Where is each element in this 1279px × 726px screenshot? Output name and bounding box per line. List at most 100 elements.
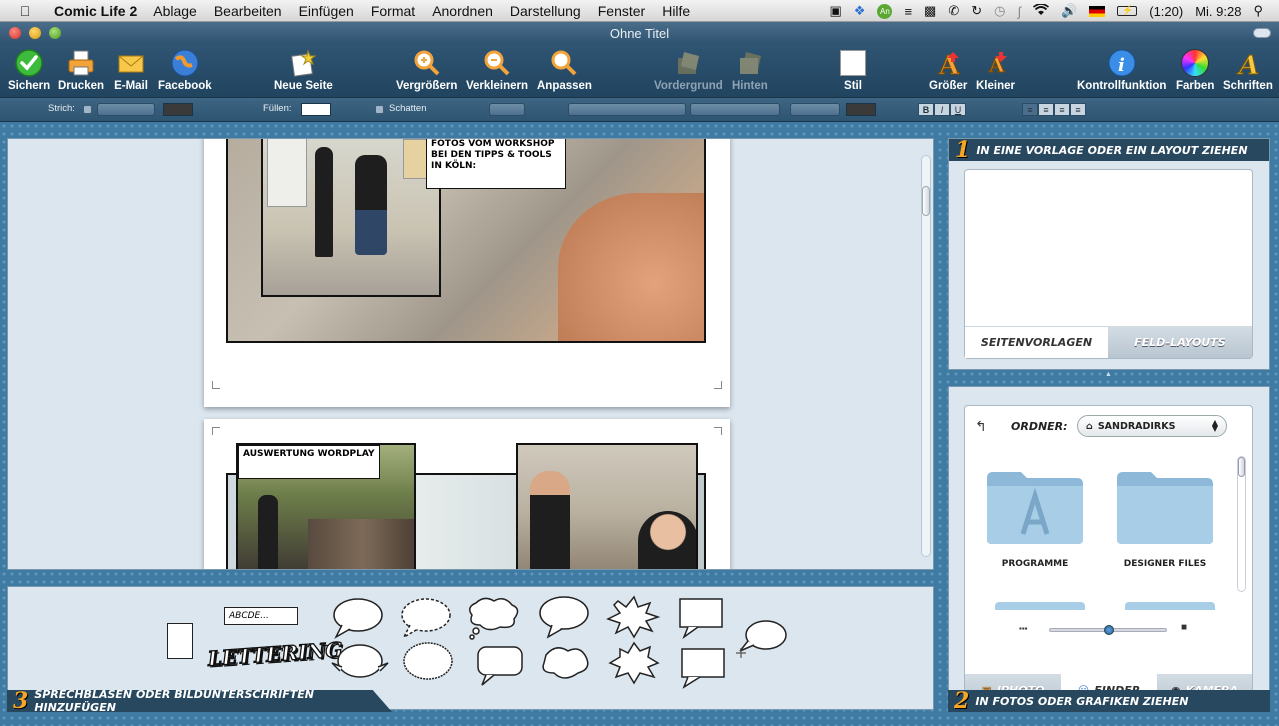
smaller-button[interactable]: A Kleiner — [976, 46, 1015, 92]
align-justify-button[interactable]: ≡ — [1070, 103, 1086, 116]
tab-page-templates[interactable]: Seitenvorlagen — [965, 326, 1108, 358]
double-speech-balloon[interactable] — [331, 644, 389, 678]
photo-panel-workshop[interactable] — [261, 139, 441, 297]
add-balloon-tool[interactable] — [736, 620, 787, 658]
rect-speech-balloon[interactable] — [681, 648, 725, 689]
dropbox-icon[interactable]: ❖ — [854, 3, 866, 19]
time-machine-icon[interactable]: ◷ — [994, 3, 1005, 19]
print-button[interactable]: Drucken — [58, 46, 104, 92]
sd-card-icon[interactable]: ▩ — [924, 3, 936, 19]
bigger-button[interactable]: A Größer — [929, 46, 967, 93]
align-left-button[interactable]: ≡ — [1022, 103, 1038, 116]
thumbnail-size-slider-knob[interactable] — [1104, 625, 1114, 635]
thought-balloon[interactable] — [469, 597, 519, 640]
sync-icon[interactable]: ↻ — [971, 3, 982, 19]
colors-button[interactable]: Farben — [1176, 46, 1214, 92]
bold-button[interactable]: B — [918, 103, 934, 116]
comic-page-2[interactable]: Auswertung Wordplay — [204, 419, 730, 569]
parent-folder-icon[interactable]: ↰ — [975, 418, 987, 435]
folder-dropdown[interactable]: ⌂ sandradirks ▲ ▼ — [1077, 415, 1227, 437]
volume-icon[interactable]: 🔊 — [1061, 3, 1077, 19]
clock[interactable]: Mi. 9:28 — [1195, 4, 1241, 19]
adium-icon[interactable]: An — [877, 3, 893, 19]
style-button[interactable]: Stil — [836, 46, 870, 92]
phone-icon[interactable]: ✆ — [948, 3, 959, 19]
folder-programme-label[interactable]: Programme — [970, 559, 1100, 569]
language-flag-icon[interactable] — [1089, 5, 1106, 17]
comic-page-1[interactable]: Fotos vom Workshop bei den Tipps & Tools… — [204, 139, 730, 407]
menu-darstellung[interactable]: Darstellung — [510, 3, 581, 19]
shadow-checkbox[interactable] — [375, 105, 384, 114]
folder-programme-icon[interactable] — [985, 468, 1085, 546]
font-family-dropdown[interactable] — [568, 103, 686, 116]
templates-drop-area[interactable]: Seitenvorlagen Feld-Layouts — [964, 169, 1253, 359]
fill-color-well[interactable] — [301, 103, 331, 116]
menu-extra-icon[interactable]: ≡ — [904, 4, 912, 19]
photo-browser-scrollbar[interactable] — [1237, 456, 1246, 592]
menu-anordnen[interactable]: Anordnen — [432, 3, 493, 19]
wifi-icon[interactable] — [1033, 2, 1050, 19]
bluetooth-icon[interactable]: ∫ — [1018, 4, 1022, 19]
fonts-button[interactable]: A Schriften — [1223, 46, 1273, 93]
page-canvas[interactable]: Fotos vom Workshop bei den Tipps & Tools… — [7, 138, 934, 570]
window-zoom-button[interactable] — [49, 27, 61, 39]
shout-balloon-spiky[interactable] — [606, 595, 661, 639]
inspector-button[interactable]: i Kontrollfunktion — [1077, 46, 1166, 92]
photo-browser-scroll-thumb[interactable] — [1238, 457, 1245, 477]
font-size-dropdown[interactable] — [790, 103, 840, 116]
send-backward-button[interactable]: Hinten — [732, 46, 768, 92]
menu-hilfe[interactable]: Hilfe — [662, 3, 690, 19]
canvas-vertical-scrollbar[interactable] — [921, 155, 931, 557]
scalloped-balloon[interactable] — [403, 642, 453, 680]
align-right-button[interactable]: ≡ — [1054, 103, 1070, 116]
menu-einfuegen[interactable]: Einfügen — [299, 3, 354, 19]
rounded-speech-balloon[interactable] — [539, 596, 589, 639]
new-page-button[interactable]: Neue Seite — [274, 46, 333, 92]
text-style-button[interactable] — [489, 103, 525, 116]
toolbar-toggle-button[interactable] — [1253, 28, 1271, 38]
window-minimize-button[interactable] — [29, 27, 41, 39]
folder-designer-files-icon[interactable] — [1115, 468, 1215, 546]
lettering-text-tool[interactable]: ABCDE... — [224, 607, 298, 625]
stroke-checkbox[interactable] — [83, 105, 92, 114]
align-center-button[interactable]: ≡ — [1038, 103, 1054, 116]
text-color-well[interactable] — [846, 103, 876, 116]
underline-button[interactable]: U — [950, 103, 966, 116]
caption-box-tool[interactable] — [167, 623, 193, 659]
tab-panel-layouts[interactable]: Feld-Layouts — [1108, 326, 1252, 358]
font-face-dropdown[interactable] — [690, 103, 780, 116]
battery-time[interactable]: (1:20) — [1149, 4, 1183, 19]
photo-panel-presenter[interactable] — [516, 443, 698, 569]
save-button[interactable]: Sichern — [8, 46, 50, 92]
speech-balloon-oval[interactable] — [333, 598, 383, 639]
spotlight-search-icon[interactable]: ⚲ — [1253, 3, 1263, 19]
folder-partial-2[interactable] — [1125, 602, 1215, 610]
rounded-box-balloon[interactable] — [477, 646, 523, 686]
menu-bearbeiten[interactable]: Bearbeiten — [214, 3, 282, 19]
foreground-button[interactable]: Vordergrund — [654, 46, 723, 92]
menu-format[interactable]: Format — [371, 3, 415, 19]
rectangular-balloon[interactable] — [679, 598, 723, 640]
thumbnail-size-slider[interactable] — [1049, 625, 1167, 635]
window-close-button[interactable] — [9, 27, 21, 39]
stack-icon[interactable]: ▣ — [830, 3, 842, 19]
stroke-width-dropdown[interactable] — [97, 103, 155, 116]
lettering-art-tool[interactable]: LETTERING — [206, 637, 344, 678]
zoom-out-button[interactable]: Verkleinern — [466, 46, 528, 92]
folder-designer-files-label[interactable]: Designer Files — [1100, 559, 1230, 569]
canvas-scroll-thumb[interactable] — [922, 186, 930, 216]
caption-box-wordplay[interactable]: Auswertung Wordplay — [238, 445, 380, 479]
caption-box-workshop[interactable]: Fotos vom Workshop bei den Tipps & Tools… — [426, 139, 566, 189]
email-button[interactable]: E-Mail — [114, 46, 148, 92]
folder-partial-1[interactable] — [995, 602, 1085, 610]
apple-menu-icon[interactable]:  — [14, 3, 36, 19]
zoom-in-button[interactable]: Vergrößern — [396, 46, 457, 92]
app-menu[interactable]: Comic Life 2 — [54, 3, 137, 19]
italic-button[interactable]: I — [934, 103, 950, 116]
cloud-balloon[interactable] — [542, 647, 589, 679]
menu-fenster[interactable]: Fenster — [598, 3, 645, 19]
facebook-button[interactable]: Facebook — [158, 46, 212, 92]
whisper-balloon[interactable] — [401, 598, 451, 639]
panel-splitter-handle[interactable]: ▲ — [1105, 371, 1112, 378]
menu-ablage[interactable]: Ablage — [153, 3, 197, 19]
